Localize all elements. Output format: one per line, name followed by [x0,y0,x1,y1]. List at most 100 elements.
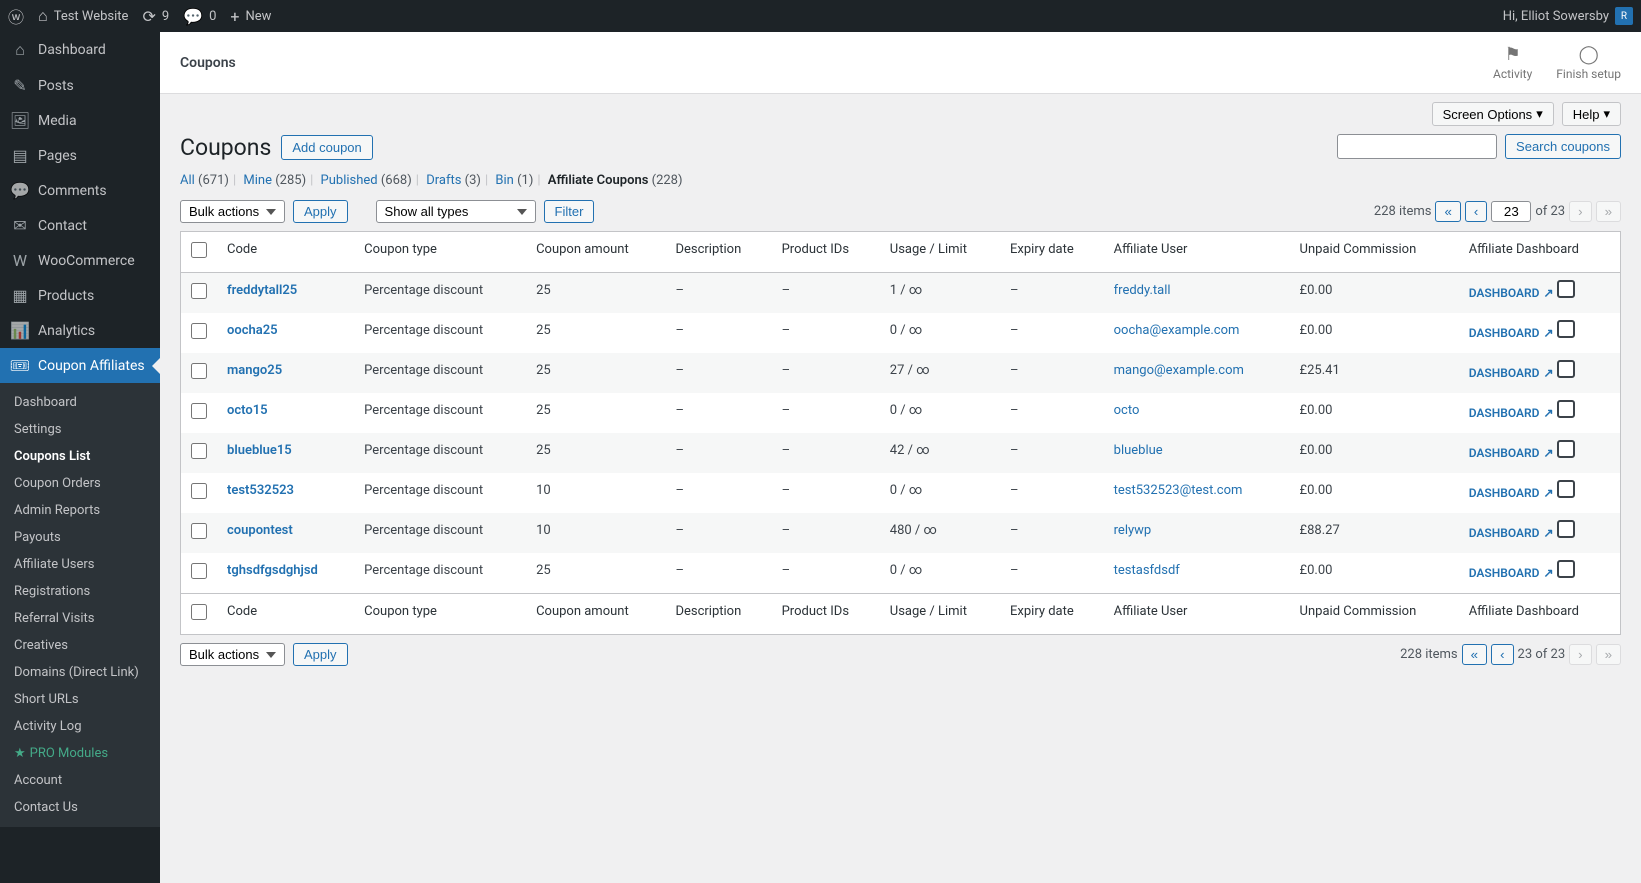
dashboard-link[interactable]: DASHBOARD [1469,326,1554,340]
wp-logo[interactable]: ⓦ [8,4,24,28]
submenu-item-referral-visits[interactable]: Referral Visits [0,605,160,632]
filter-mine[interactable]: Mine [243,173,272,188]
copy-icon[interactable] [1560,523,1574,537]
affiliate-user-link[interactable]: test532523@test.com [1114,483,1243,498]
page-input[interactable] [1491,201,1531,222]
filter-bin[interactable]: Bin [495,173,513,188]
col-usage[interactable]: Usage / Limit [880,232,1000,273]
col-description[interactable]: Description [665,232,771,273]
last-page-button-bottom[interactable]: » [1596,644,1621,665]
dashboard-link[interactable]: DASHBOARD [1469,486,1554,500]
affiliate-user-link[interactable]: relywp [1114,523,1152,538]
next-page-button-bottom[interactable]: › [1569,644,1591,665]
coupon-code-link[interactable]: coupontest [227,523,293,538]
filter-published[interactable]: Published [321,173,378,188]
new-link[interactable]: +New [230,7,271,26]
coupon-code-link[interactable]: oocha25 [227,323,278,338]
col-expiry[interactable]: Expiry date [1000,232,1104,273]
apply-bulk-button-bottom[interactable]: Apply [293,643,348,666]
row-checkbox[interactable] [191,483,207,499]
coupon-code-link[interactable]: blueblue15 [227,443,292,458]
affiliate-user-link[interactable]: blueblue [1114,443,1163,458]
row-checkbox[interactable] [191,563,207,579]
sidebar-item-products[interactable]: ▦Products [0,278,160,313]
coupon-code-link[interactable]: tghsdfgsdghjsd [227,563,318,578]
coupon-code-link[interactable]: test532523 [227,483,294,498]
dashboard-link[interactable]: DASHBOARD [1469,286,1554,300]
help-button[interactable]: Help ▾ [1562,102,1621,126]
sidebar-item-dashboard[interactable]: ⌂Dashboard [0,32,160,68]
select-all-checkbox[interactable] [191,242,207,258]
copy-icon[interactable] [1560,563,1574,577]
dashboard-link[interactable]: DASHBOARD [1469,406,1554,420]
last-page-button[interactable]: » [1596,201,1621,222]
copy-icon[interactable] [1560,323,1574,337]
submenu-item-affiliate-users[interactable]: Affiliate Users [0,551,160,578]
coupon-code-link[interactable]: freddytall25 [227,283,297,298]
screen-options-button[interactable]: Screen Options ▾ [1432,102,1554,126]
sidebar-item-posts[interactable]: ✎Posts [0,68,160,103]
submenu-item-coupon-orders[interactable]: Coupon Orders [0,470,160,497]
submenu-item-settings[interactable]: Settings [0,416,160,443]
row-checkbox[interactable] [191,403,207,419]
col-code[interactable]: Code [217,232,354,273]
affiliate-user-link[interactable]: oocha@example.com [1114,323,1240,338]
sidebar-item-woocommerce[interactable]: WWooCommerce [0,243,160,278]
dashboard-link[interactable]: DASHBOARD [1469,566,1554,580]
row-checkbox[interactable] [191,443,207,459]
submenu-item-registrations[interactable]: Registrations [0,578,160,605]
affiliate-user-link[interactable]: freddy.tall [1114,283,1171,298]
filter-affiliate[interactable]: Affiliate Coupons [548,173,649,188]
prev-page-button[interactable]: ‹ [1465,201,1487,222]
dashboard-link[interactable]: DASHBOARD [1469,446,1554,460]
submenu-item-activity-log[interactable]: Activity Log [0,713,160,740]
col-affiliate[interactable]: Affiliate User [1104,232,1290,273]
col-products[interactable]: Product IDs [772,232,880,273]
submenu-item-contact-us[interactable]: Contact Us [0,794,160,821]
dashboard-link[interactable]: DASHBOARD [1469,526,1554,540]
affiliate-user-link[interactable]: testasfdsdf [1114,563,1180,578]
affiliate-user-link[interactable]: mango@example.com [1114,363,1244,378]
next-page-button[interactable]: › [1569,201,1591,222]
copy-icon[interactable] [1560,363,1574,377]
prev-page-button-bottom[interactable]: ‹ [1491,644,1513,665]
submenu-item-admin-reports[interactable]: Admin Reports [0,497,160,524]
dashboard-link[interactable]: DASHBOARD [1469,366,1554,380]
col-commission[interactable]: Unpaid Commission [1290,232,1459,273]
row-checkbox[interactable] [191,283,207,299]
search-input[interactable] [1337,134,1497,159]
filter-drafts[interactable]: Drafts [426,173,461,188]
row-checkbox[interactable] [191,363,207,379]
select-all-checkbox-bottom[interactable] [191,604,207,620]
bulk-actions-select-bottom[interactable]: Bulk actions [180,643,285,666]
site-link[interactable]: ⌂Test Website [38,6,128,26]
submenu-item-dashboard[interactable]: Dashboard [0,389,160,416]
bulk-actions-select[interactable]: Bulk actions [180,200,285,223]
sidebar-item-analytics[interactable]: 📊Analytics [0,313,160,348]
copy-icon[interactable] [1560,403,1574,417]
submenu-item-payouts[interactable]: Payouts [0,524,160,551]
submenu-item-coupons-list[interactable]: Coupons List [0,443,160,470]
col-amount[interactable]: Coupon amount [526,232,665,273]
copy-icon[interactable] [1560,483,1574,497]
submenu-item-creatives[interactable]: Creatives [0,632,160,659]
sidebar-item-comments[interactable]: 💬Comments [0,173,160,208]
sidebar-item-media[interactable]: 🖼Media [0,103,160,138]
submenu-item-pro-modules[interactable]: PRO Modules [0,740,160,767]
activity-button[interactable]: ⚑Activity [1493,44,1532,81]
coupon-code-link[interactable]: mango25 [227,363,282,378]
sidebar-item-contact[interactable]: ✉Contact [0,208,160,243]
sidebar-item-coupon-affiliates[interactable]: 🎟Coupon Affiliates [0,348,160,383]
copy-icon[interactable] [1560,443,1574,457]
first-page-button[interactable]: « [1435,201,1460,222]
finish-setup-button[interactable]: ◯Finish setup [1556,44,1621,81]
col-type[interactable]: Coupon type [354,232,526,273]
col-dashboard[interactable]: Affiliate Dashboard [1459,232,1621,273]
submenu-item-account[interactable]: Account [0,767,160,794]
submenu-item-domains-direct-link-[interactable]: Domains (Direct Link) [0,659,160,686]
user-menu[interactable]: Hi, Elliot SowersbyR [1503,7,1633,25]
filter-all[interactable]: All [180,173,195,188]
row-checkbox[interactable] [191,523,207,539]
apply-bulk-button[interactable]: Apply [293,200,348,223]
row-checkbox[interactable] [191,323,207,339]
